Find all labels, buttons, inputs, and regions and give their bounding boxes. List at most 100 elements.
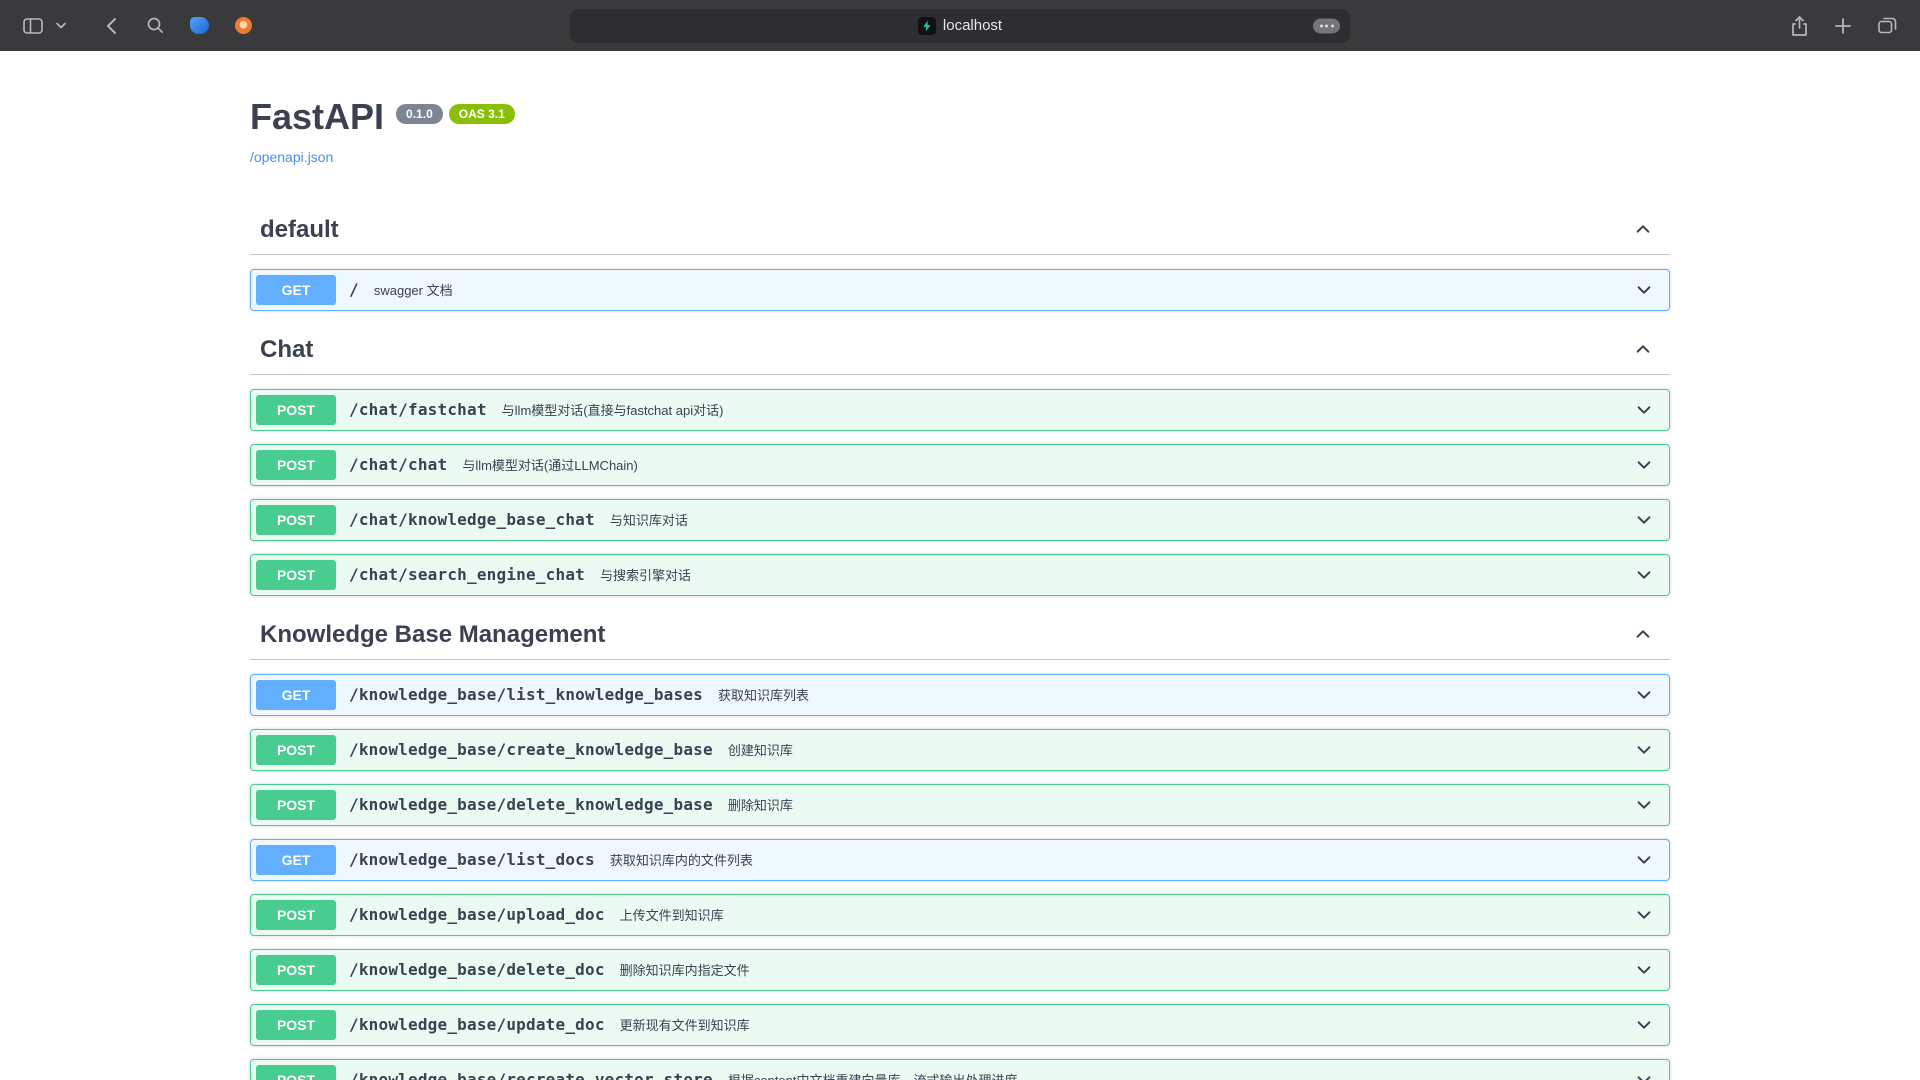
operation-row[interactable]: POST /knowledge_base/create_knowledge_ba… bbox=[250, 729, 1670, 771]
sidebar-toggle-button[interactable] bbox=[16, 9, 50, 43]
share-button[interactable] bbox=[1782, 9, 1816, 43]
chevron-down-icon[interactable] bbox=[1631, 737, 1657, 763]
method-badge: POST bbox=[256, 1010, 336, 1040]
section-header-knowledge-base-management[interactable]: Knowledge Base Management bbox=[250, 612, 1670, 660]
operation-path: /knowledge_base/recreate_vector_store bbox=[349, 1070, 713, 1080]
collapse-section-button[interactable] bbox=[1630, 216, 1656, 245]
extension-orange-icon bbox=[235, 17, 252, 34]
method-badge: POST bbox=[256, 790, 336, 820]
browser-toolbar: localhost bbox=[0, 0, 1920, 51]
sidebar-menu-chevron-button[interactable] bbox=[52, 9, 70, 43]
chevron-down-icon[interactable] bbox=[1631, 847, 1657, 873]
operations-list: default GET / swagger 文档 bbox=[250, 207, 1670, 1080]
operation-description: 获取知识库列表 bbox=[718, 685, 809, 704]
chevron-down-icon[interactable] bbox=[1631, 452, 1657, 478]
chevron-down-icon[interactable] bbox=[1631, 792, 1657, 818]
operation-row[interactable]: GET /knowledge_base/list_docs 获取知识库内的文件列… bbox=[250, 839, 1670, 881]
chevron-down-icon[interactable] bbox=[1631, 507, 1657, 533]
section-header-default[interactable]: default bbox=[250, 207, 1670, 255]
operation-row[interactable]: POST /knowledge_base/recreate_vector_sto… bbox=[250, 1059, 1670, 1080]
method-badge: GET bbox=[256, 845, 336, 875]
section-knowledge-base-management: Knowledge Base Management GET /knowledge… bbox=[250, 612, 1670, 1080]
chevron-down-icon bbox=[56, 22, 66, 29]
site-favicon bbox=[918, 17, 936, 35]
new-tab-button[interactable] bbox=[1826, 9, 1860, 43]
search-button[interactable] bbox=[138, 9, 172, 43]
operation-description: 与llm模型对话(直接与fastchat api对话) bbox=[502, 400, 724, 419]
method-badge: GET bbox=[256, 680, 336, 710]
operation-description: 创建知识库 bbox=[728, 740, 793, 759]
api-title: FastAPI 0.1.0 OAS 3.1 bbox=[250, 97, 1670, 137]
extension-blue-button[interactable] bbox=[182, 9, 216, 43]
operation-row[interactable]: GET / swagger 文档 bbox=[250, 269, 1670, 311]
operation-description: 根据content中文档重建向量库，流式输出处理进度。 bbox=[728, 1070, 1031, 1080]
oas-badge: OAS 3.1 bbox=[449, 104, 515, 124]
chevron-up-icon bbox=[1634, 340, 1652, 361]
version-badge: 0.1.0 bbox=[396, 104, 443, 124]
operation-description: 删除知识库 bbox=[728, 795, 793, 814]
chevron-down-icon[interactable] bbox=[1631, 902, 1657, 928]
operation-path: /chat/fastchat bbox=[349, 400, 487, 419]
extension-blue-icon bbox=[190, 17, 209, 34]
operation-row[interactable]: POST /knowledge_base/delete_doc 删除知识库内指定… bbox=[250, 949, 1670, 991]
tab-overview-button[interactable] bbox=[1870, 9, 1904, 43]
operation-path: /chat/knowledge_base_chat bbox=[349, 510, 595, 529]
collapse-section-button[interactable] bbox=[1630, 336, 1656, 365]
method-badge: POST bbox=[256, 955, 336, 985]
method-badge: GET bbox=[256, 275, 336, 305]
operation-row[interactable]: POST /knowledge_base/delete_knowledge_ba… bbox=[250, 784, 1670, 826]
chevron-down-icon[interactable] bbox=[1631, 1067, 1657, 1080]
operation-row[interactable]: POST /knowledge_base/update_doc 更新现有文件到知… bbox=[250, 1004, 1670, 1046]
chevron-up-icon bbox=[1634, 220, 1652, 241]
extension-orange-button[interactable] bbox=[226, 9, 260, 43]
operation-row[interactable]: GET /knowledge_base/list_knowledge_bases… bbox=[250, 674, 1670, 716]
address-bar[interactable]: localhost bbox=[570, 9, 1350, 43]
operation-description: 上传文件到知识库 bbox=[620, 905, 724, 924]
section-header-chat[interactable]: Chat bbox=[250, 327, 1670, 375]
operation-path: /knowledge_base/delete_knowledge_base bbox=[349, 795, 713, 814]
chevron-down-icon[interactable] bbox=[1631, 277, 1657, 303]
operation-path: /knowledge_base/delete_doc bbox=[349, 960, 605, 979]
section-title: Chat bbox=[260, 336, 313, 364]
operation-path: /chat/search_engine_chat bbox=[349, 565, 585, 584]
chevron-down-icon[interactable] bbox=[1631, 682, 1657, 708]
operation-path: / bbox=[349, 280, 359, 299]
share-icon bbox=[1791, 16, 1808, 36]
operation-path: /knowledge_base/list_knowledge_bases bbox=[349, 685, 703, 704]
section-chat: Chat POST /chat/fastchat 与llm模型对话(直接与fas… bbox=[250, 327, 1670, 596]
tabs-icon bbox=[1878, 17, 1897, 34]
operation-row[interactable]: POST /chat/knowledge_base_chat 与知识库对话 bbox=[250, 499, 1670, 541]
chevron-down-icon[interactable] bbox=[1631, 562, 1657, 588]
chevron-down-icon[interactable] bbox=[1631, 397, 1657, 423]
address-bar-url: localhost bbox=[943, 17, 1002, 34]
back-button[interactable] bbox=[94, 9, 128, 43]
section-default: default GET / swagger 文档 bbox=[250, 207, 1670, 311]
chevron-down-icon[interactable] bbox=[1631, 957, 1657, 983]
search-icon bbox=[147, 17, 164, 34]
operation-row[interactable]: POST /chat/chat 与llm模型对话(通过LLMChain) bbox=[250, 444, 1670, 486]
method-badge: POST bbox=[256, 560, 336, 590]
operation-path: /knowledge_base/list_docs bbox=[349, 850, 595, 869]
operation-description: 与llm模型对话(通过LLMChain) bbox=[462, 455, 638, 474]
chevron-down-icon[interactable] bbox=[1631, 1012, 1657, 1038]
chevron-up-icon bbox=[1634, 625, 1652, 646]
operation-row[interactable]: POST /chat/search_engine_chat 与搜索引擎对话 bbox=[250, 554, 1670, 596]
section-title: default bbox=[260, 216, 339, 244]
operation-row[interactable]: POST /knowledge_base/upload_doc 上传文件到知识库 bbox=[250, 894, 1670, 936]
openapi-spec-link[interactable]: /openapi.json bbox=[250, 149, 333, 165]
api-title-text: FastAPI bbox=[250, 97, 384, 137]
operation-path: /knowledge_base/create_knowledge_base bbox=[349, 740, 713, 759]
operation-description: 与搜索引擎对话 bbox=[600, 565, 691, 584]
collapse-section-button[interactable] bbox=[1630, 621, 1656, 650]
api-info: FastAPI 0.1.0 OAS 3.1 /openapi.json bbox=[250, 51, 1670, 167]
method-badge: POST bbox=[256, 450, 336, 480]
operation-row[interactable]: POST /chat/fastchat 与llm模型对话(直接与fastchat… bbox=[250, 389, 1670, 431]
method-badge: POST bbox=[256, 735, 336, 765]
operation-description: 获取知识库内的文件列表 bbox=[610, 850, 753, 869]
chevron-left-icon bbox=[106, 17, 117, 35]
page-settings-icon[interactable] bbox=[1313, 18, 1340, 33]
operation-description: 更新现有文件到知识库 bbox=[620, 1015, 750, 1034]
method-badge: POST bbox=[256, 1065, 336, 1080]
operation-path: /knowledge_base/upload_doc bbox=[349, 905, 605, 924]
operation-path: /chat/chat bbox=[349, 455, 447, 474]
